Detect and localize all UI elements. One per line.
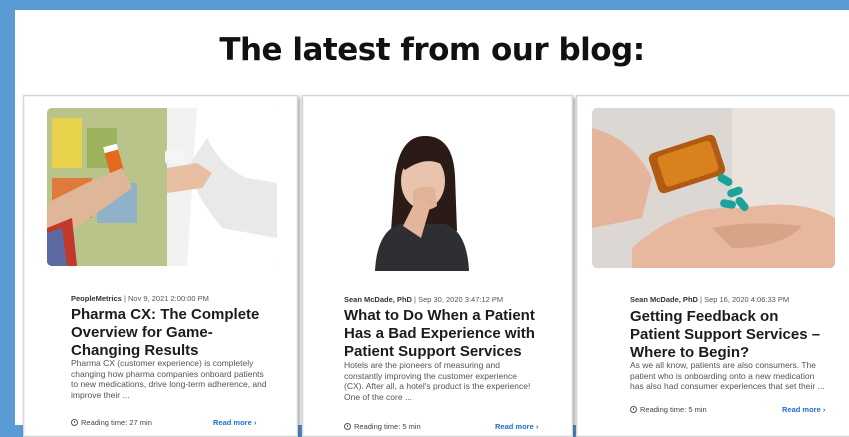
blog-card-bad-experience[interactable]: Sean McDade, PhD | Sep 30, 2020 3:47:12 …	[302, 95, 573, 437]
reading-time: Reading time: 5 min	[630, 405, 707, 414]
upset-woman-illustration	[355, 136, 487, 271]
pills-in-hand-image	[592, 108, 835, 268]
blog-card-patient-support-feedback[interactable]: Sean McDade, PhD | Sep 16, 2020 4:06:33 …	[576, 95, 849, 437]
post-date: Sep 30, 2020 3:47:12 PM	[418, 295, 504, 304]
post-author: PeopleMetrics	[71, 294, 122, 303]
blog-section: The latest from our blog: PeopleMetrics …	[15, 10, 849, 437]
post-excerpt: Hotels are the pioneers of measuring and…	[344, 360, 531, 402]
pharmacy-illustration	[47, 108, 277, 266]
read-more-link[interactable]: Read more ›	[782, 405, 825, 414]
post-excerpt: As we all know, patients are also consum…	[630, 360, 825, 391]
post-date: Nov 9, 2021 2:00:00 PM	[127, 294, 209, 303]
post-meta: Sean McDade, PhD | Sep 16, 2020 4:06:33 …	[630, 295, 790, 304]
post-title[interactable]: What to Do When a Patient Has a Bad Expe…	[344, 307, 549, 361]
read-more-link[interactable]: Read more ›	[213, 418, 256, 427]
reading-time-label: Reading time: 27 min	[81, 418, 152, 427]
post-author: Sean McDade, PhD	[630, 295, 698, 304]
post-date: Sep 16, 2020 4:06:33 PM	[704, 295, 790, 304]
reading-time-label: Reading time: 5 min	[640, 405, 707, 414]
section-heading: The latest from our blog:	[219, 32, 645, 68]
post-meta: Sean McDade, PhD | Sep 30, 2020 3:47:12 …	[344, 295, 504, 304]
read-more-link[interactable]: Read more ›	[495, 422, 538, 431]
clock-icon	[630, 406, 637, 413]
pharmacist-handing-bottle-image	[47, 108, 277, 266]
pills-illustration	[592, 108, 835, 268]
clock-icon	[344, 423, 351, 430]
post-meta: PeopleMetrics | Nov 9, 2021 2:00:00 PM	[71, 294, 209, 303]
blog-card-pharma-cx[interactable]: PeopleMetrics | Nov 9, 2021 2:00:00 PM P…	[23, 95, 298, 437]
post-author: Sean McDade, PhD	[344, 295, 412, 304]
post-title[interactable]: Pharma CX: The Complete Overview for Gam…	[71, 306, 271, 360]
post-title[interactable]: Getting Feedback on Patient Support Serv…	[630, 308, 825, 362]
reading-time: Reading time: 5 min	[344, 422, 421, 431]
reading-time-label: Reading time: 5 min	[354, 422, 421, 431]
woman-covering-face-image	[355, 136, 487, 271]
post-excerpt: Pharma CX (customer experience) is compl…	[71, 358, 267, 400]
reading-time: Reading time: 27 min	[71, 418, 152, 427]
